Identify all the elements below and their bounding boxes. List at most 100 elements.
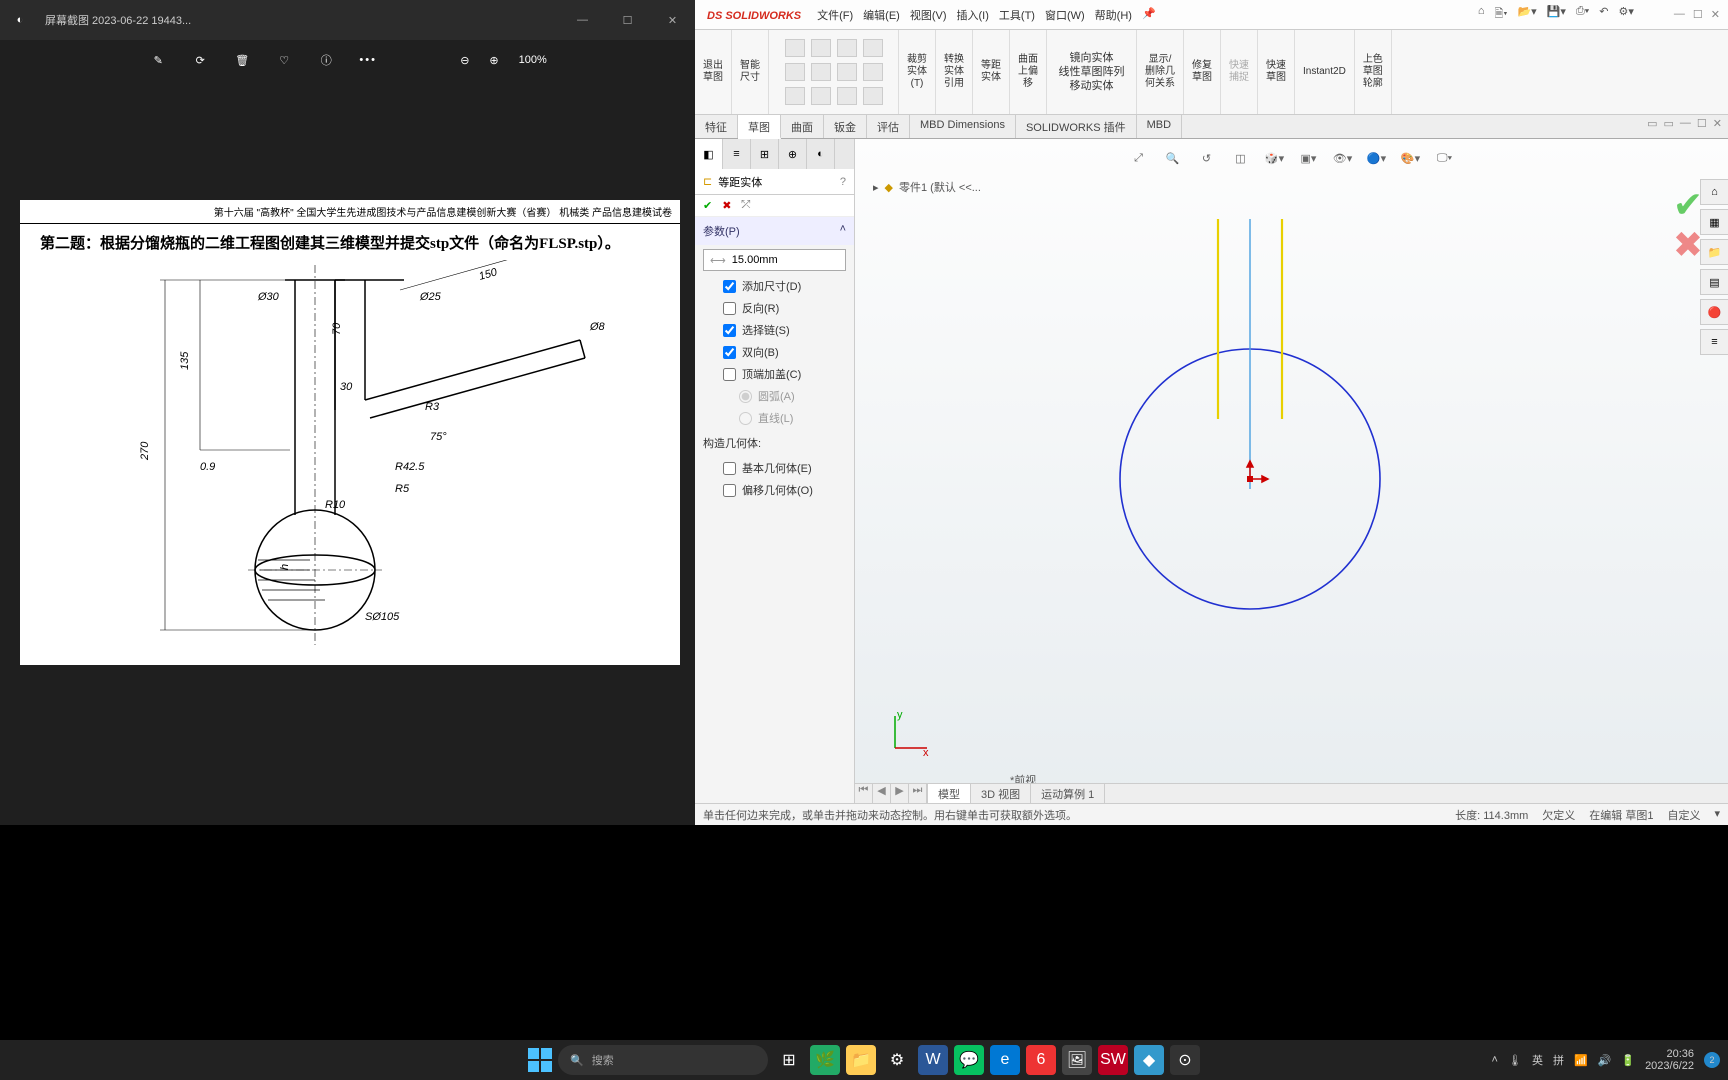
view-pal-icon[interactable]: ▤ [1700, 269, 1728, 295]
home-icon[interactable]: ⌂ [1478, 5, 1485, 24]
settings-icon[interactable]: ⚙▾ [1619, 5, 1634, 24]
tray-chevron-icon[interactable]: ˄ [1492, 1054, 1498, 1066]
menu-tools[interactable]: 工具(T) [995, 5, 1039, 25]
config-tab[interactable]: ⊞ [751, 139, 779, 169]
chain-check[interactable] [723, 324, 736, 337]
info-icon[interactable]: ⓘ [316, 52, 336, 68]
btab-3dview[interactable]: 3D 视图 [971, 784, 1031, 803]
quicksnap-button[interactable]: 快速 捕捉 [1221, 30, 1258, 114]
sw-task-icon[interactable]: SW [1098, 1045, 1128, 1075]
word-icon[interactable]: W [918, 1045, 948, 1075]
tray-temp-icon[interactable]: 🌡 [1508, 1054, 1522, 1067]
taskbar-search[interactable]: 🔍搜索 [558, 1045, 768, 1075]
circle-icon[interactable] [811, 39, 831, 57]
explorer-icon[interactable]: 📁 [846, 1045, 876, 1075]
repair-button[interactable]: 修复 草图 [1184, 30, 1221, 114]
add-dim-check[interactable] [723, 280, 736, 293]
ime-mode[interactable]: 拼 [1553, 1052, 1564, 1068]
tab-sheetmetal[interactable]: 钣金 [824, 115, 867, 138]
cancel-button[interactable]: ✖ [722, 199, 731, 212]
menu-view[interactable]: 视图(V) [906, 5, 951, 25]
pin-icon[interactable]: ⤱ [741, 199, 750, 212]
app-blue-icon[interactable]: ◆ [1134, 1045, 1164, 1075]
zoom-in-icon[interactable]: ⊕ [489, 54, 498, 67]
tab-evaluate[interactable]: 评估 [867, 115, 910, 138]
resources-icon[interactable]: ▦ [1700, 209, 1728, 235]
menu-window[interactable]: 窗口(W) [1041, 5, 1089, 25]
menu-help[interactable]: 帮助(H) [1091, 5, 1136, 25]
edit-icon[interactable]: ✎ [148, 54, 168, 67]
settings-app-icon[interactable]: ⚙ [882, 1045, 912, 1075]
base-geo-check[interactable] [723, 462, 736, 475]
slot-icon[interactable] [811, 63, 831, 81]
tab-next[interactable]: ▶ [891, 784, 909, 803]
doc-cascade-icon[interactable]: ▭ [1664, 117, 1674, 136]
volume-icon[interactable]: 🔊 [1598, 1054, 1612, 1067]
photos-task-icon[interactable]: 🖼 [1062, 1045, 1092, 1075]
appear-pane-icon[interactable]: 🔴 [1700, 299, 1728, 325]
surfoffset-button[interactable]: 曲面 上偏 移 [1010, 30, 1047, 114]
sw-maximize[interactable]: ☐ [1693, 8, 1703, 21]
ime-lang[interactable]: 英 [1532, 1052, 1543, 1068]
offset-button[interactable]: 等距 实体 [973, 30, 1010, 114]
point-icon[interactable] [837, 87, 857, 105]
menu-file[interactable]: 文件(F) [813, 5, 857, 25]
rect-icon[interactable] [785, 63, 805, 81]
tab-prev[interactable]: ◀ [873, 784, 891, 803]
custom-icon[interactable]: ≡ [1700, 329, 1728, 355]
graphics-area[interactable]: ⤢ 🔍 ↺ ◫ 🎲▾ ▣▾ 👁▾ 🔵▾ 🎨▾ 🖵▾ ▸◆零件1 (默认 <<..… [855, 139, 1728, 803]
spline-icon[interactable] [863, 39, 883, 57]
tab-addins[interactable]: SOLIDWORKS 插件 [1016, 115, 1137, 138]
edge-icon[interactable]: e [990, 1045, 1020, 1075]
smart-dim-button[interactable]: 智能 尺寸 [732, 30, 769, 114]
move-button[interactable]: 移动实体 [1070, 79, 1114, 93]
feature-tree-tab[interactable]: ◧ [695, 139, 723, 169]
notif-icon[interactable]: 2 [1704, 1052, 1720, 1068]
btab-model[interactable]: 模型 [928, 784, 971, 803]
doc-close-icon[interactable]: ✕ [1713, 117, 1722, 136]
start-button[interactable] [528, 1048, 552, 1072]
sw-close[interactable]: ✕ [1711, 8, 1720, 21]
tab-surface[interactable]: 曲面 [781, 115, 824, 138]
tab-first[interactable]: ⏮ [855, 784, 873, 803]
appear-tab[interactable]: ◐ [807, 139, 835, 169]
mirror-button[interactable]: 镜向实体 [1070, 51, 1114, 65]
btab-motion[interactable]: 运动算例 1 [1031, 784, 1105, 803]
instant2d-button[interactable]: Instant2D [1295, 30, 1355, 114]
status-chevron[interactable]: ▾ [1714, 807, 1720, 823]
linear-pattern-button[interactable]: 线性草图阵列 [1059, 65, 1125, 79]
offset-input[interactable]: ⟷15.00mm [703, 249, 846, 271]
relations-button[interactable]: 显示/ 删除几 何关系 [1137, 30, 1184, 114]
clock[interactable]: 20:362023/6/22 [1645, 1048, 1694, 1072]
close-button[interactable]: ✕ [650, 0, 695, 40]
save-icon[interactable]: 💾▾ [1547, 5, 1566, 24]
sw-minimize[interactable]: — [1674, 8, 1685, 21]
favorite-icon[interactable]: ♡ [274, 54, 294, 67]
maximize-button[interactable]: ☐ [605, 0, 650, 40]
line-icon[interactable] [785, 39, 805, 57]
arc-icon[interactable] [837, 39, 857, 57]
tab-sketch[interactable]: 草图 [738, 115, 781, 139]
delete-icon[interactable]: 🗑 [232, 54, 252, 67]
prop-tab[interactable]: ≡ [723, 139, 751, 169]
doc-max-icon[interactable]: ☐ [1697, 117, 1707, 136]
menu-pin-icon[interactable]: 📌 [1138, 5, 1160, 25]
more-icon[interactable]: ••• [358, 54, 378, 66]
tab-feature[interactable]: 特征 [695, 115, 738, 138]
tab-last[interactable]: ⏭ [909, 784, 927, 803]
minimize-button[interactable]: — [560, 0, 605, 40]
taskview-icon[interactable]: ⊞ [774, 1045, 804, 1075]
poly-icon[interactable] [837, 63, 857, 81]
shaded-button[interactable]: 上色 草图 轮廓 [1355, 30, 1392, 114]
menu-insert[interactable]: 插入(I) [953, 5, 993, 25]
section-params[interactable]: 参数(P)˄ [695, 217, 854, 245]
rapidsketch-button[interactable]: 快速 草图 [1258, 30, 1295, 114]
doc-min-icon[interactable]: — [1680, 117, 1691, 136]
back-icon[interactable]: ◐ [0, 14, 40, 26]
zoom-out-icon[interactable]: ⊖ [460, 54, 469, 67]
help-icon[interactable]: ? [840, 176, 846, 188]
undo-icon[interactable]: ↶ [1599, 5, 1608, 24]
tab-mbd[interactable]: MBD [1137, 115, 1182, 138]
cap-check[interactable] [723, 368, 736, 381]
fillet-icon[interactable] [785, 87, 805, 105]
